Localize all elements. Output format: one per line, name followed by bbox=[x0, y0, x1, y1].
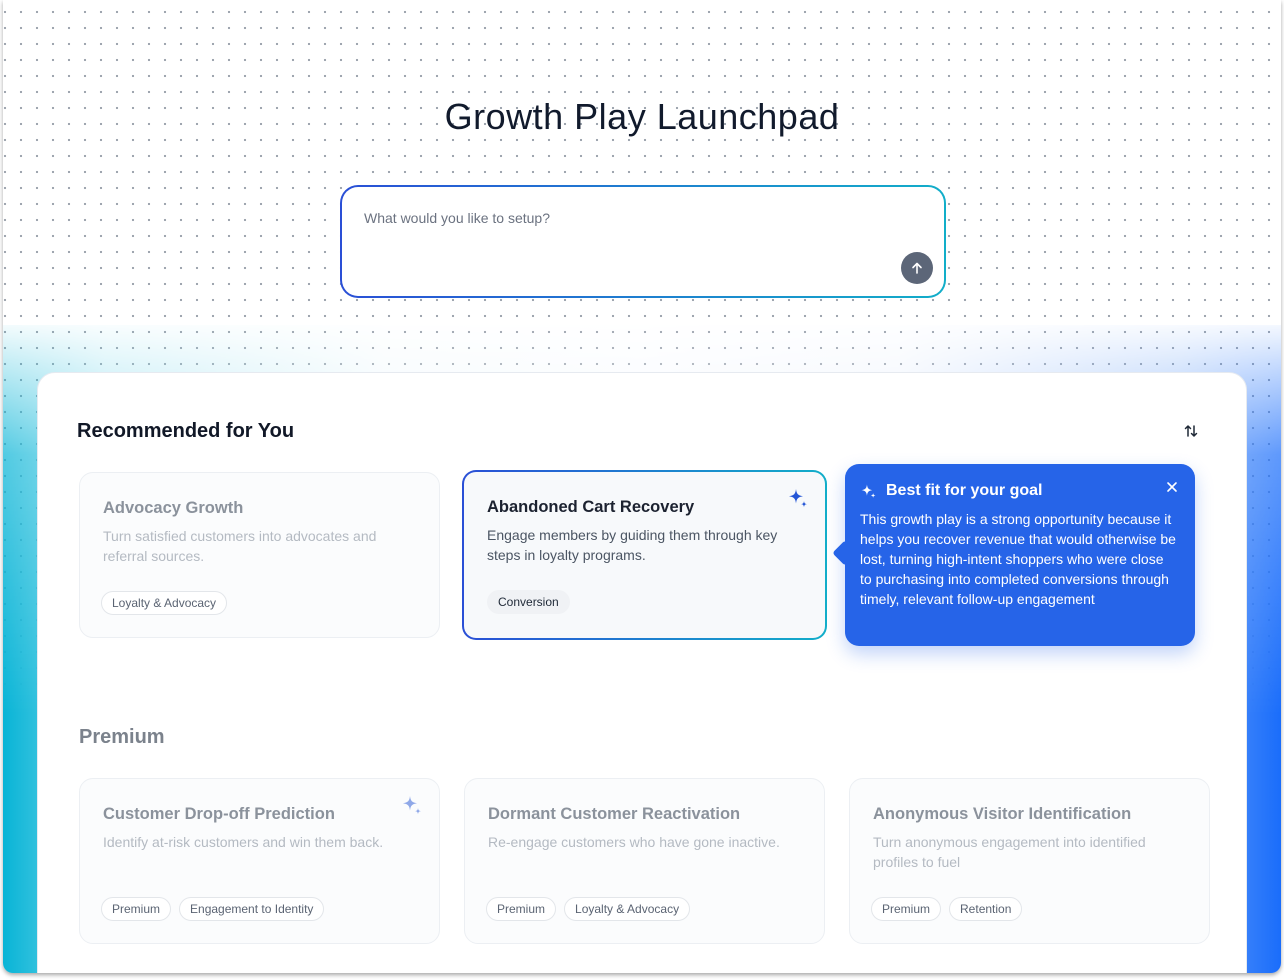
tag: Retention bbox=[949, 897, 1023, 921]
prompt-box bbox=[340, 185, 946, 298]
card-description: Engage members by guiding them through k… bbox=[487, 527, 778, 563]
prompt-input[interactable] bbox=[362, 209, 902, 227]
card-title: Anonymous Visitor Identification bbox=[873, 805, 1132, 823]
tag-list: Premium Retention bbox=[871, 897, 1023, 921]
page-title: Growth Play Launchpad bbox=[444, 96, 840, 137]
card-description: Identify at-risk customers and win them … bbox=[103, 834, 384, 850]
card-title: Abandoned Cart Recovery bbox=[487, 498, 695, 516]
send-button[interactable] bbox=[901, 252, 933, 284]
sort-button[interactable] bbox=[1180, 420, 1202, 442]
card-title: Advocacy Growth bbox=[103, 499, 244, 517]
play-card-advocacy-growth[interactable]: Advocacy Growth Turn satisfied customers… bbox=[79, 472, 440, 638]
tag: Loyalty & Advocacy bbox=[101, 591, 228, 615]
tag: Engagement to Identity bbox=[179, 897, 325, 921]
premium-heading: Premium bbox=[79, 726, 165, 748]
arrow-up-icon bbox=[912, 262, 922, 274]
app-window: Growth Play Launchpad Recommended for Yo… bbox=[3, 0, 1281, 973]
tooltip-close-button[interactable] bbox=[1163, 478, 1181, 496]
close-icon bbox=[1167, 482, 1177, 492]
card-title: Dormant Customer Reactivation bbox=[488, 805, 741, 823]
tag-list: Premium Loyalty & Advocacy bbox=[486, 897, 691, 921]
tag: Premium bbox=[101, 897, 172, 921]
card-inner: Abandoned Cart Recovery Engage members b… bbox=[464, 472, 825, 638]
tag-list: Premium Engagement to Identity bbox=[101, 897, 325, 921]
plays-panel: Recommended for You Advocacy Growth Turn… bbox=[37, 372, 1247, 973]
tooltip-body: This growth play is a strong opportunity… bbox=[860, 511, 1176, 607]
sort-arrows-icon bbox=[1184, 425, 1198, 437]
play-card-dormant-customer-reactivation[interactable]: Dormant Customer Reactivation Re-engage … bbox=[464, 778, 825, 944]
recommended-heading: Recommended for You bbox=[77, 420, 295, 442]
tag: Loyalty & Advocacy bbox=[564, 897, 691, 921]
card-description: Re-engage customers who have gone inacti… bbox=[488, 834, 780, 850]
sparkle-icon bbox=[403, 796, 421, 815]
tooltip-title: Best fit for your goal bbox=[886, 482, 1043, 499]
tag-list: Conversion bbox=[487, 590, 570, 614]
card-description: Turn satisfied customers into advocates … bbox=[103, 528, 377, 564]
play-card-abandoned-cart-recovery[interactable]: Abandoned Cart Recovery Engage members b… bbox=[462, 470, 827, 640]
sparkle-icon bbox=[861, 484, 876, 498]
prompt-inner bbox=[342, 187, 944, 296]
play-card-anonymous-visitor-identification[interactable]: Anonymous Visitor Identification Turn an… bbox=[849, 778, 1210, 944]
card-description: Turn anonymous engagement into identifie… bbox=[873, 834, 1146, 870]
play-card-customer-drop-off-prediction[interactable]: Customer Drop-off Prediction Identify at… bbox=[79, 778, 440, 944]
card-title: Customer Drop-off Prediction bbox=[103, 805, 335, 823]
best-fit-tooltip: Best fit for your goal This growth play … bbox=[845, 464, 1195, 646]
sparkle-icon bbox=[789, 489, 807, 508]
tag: Premium bbox=[871, 897, 942, 921]
tag: Conversion bbox=[487, 590, 570, 614]
tag-list: Loyalty & Advocacy bbox=[101, 591, 228, 615]
tooltip-header: Best fit for your goal bbox=[860, 482, 1179, 500]
tag: Premium bbox=[486, 897, 557, 921]
